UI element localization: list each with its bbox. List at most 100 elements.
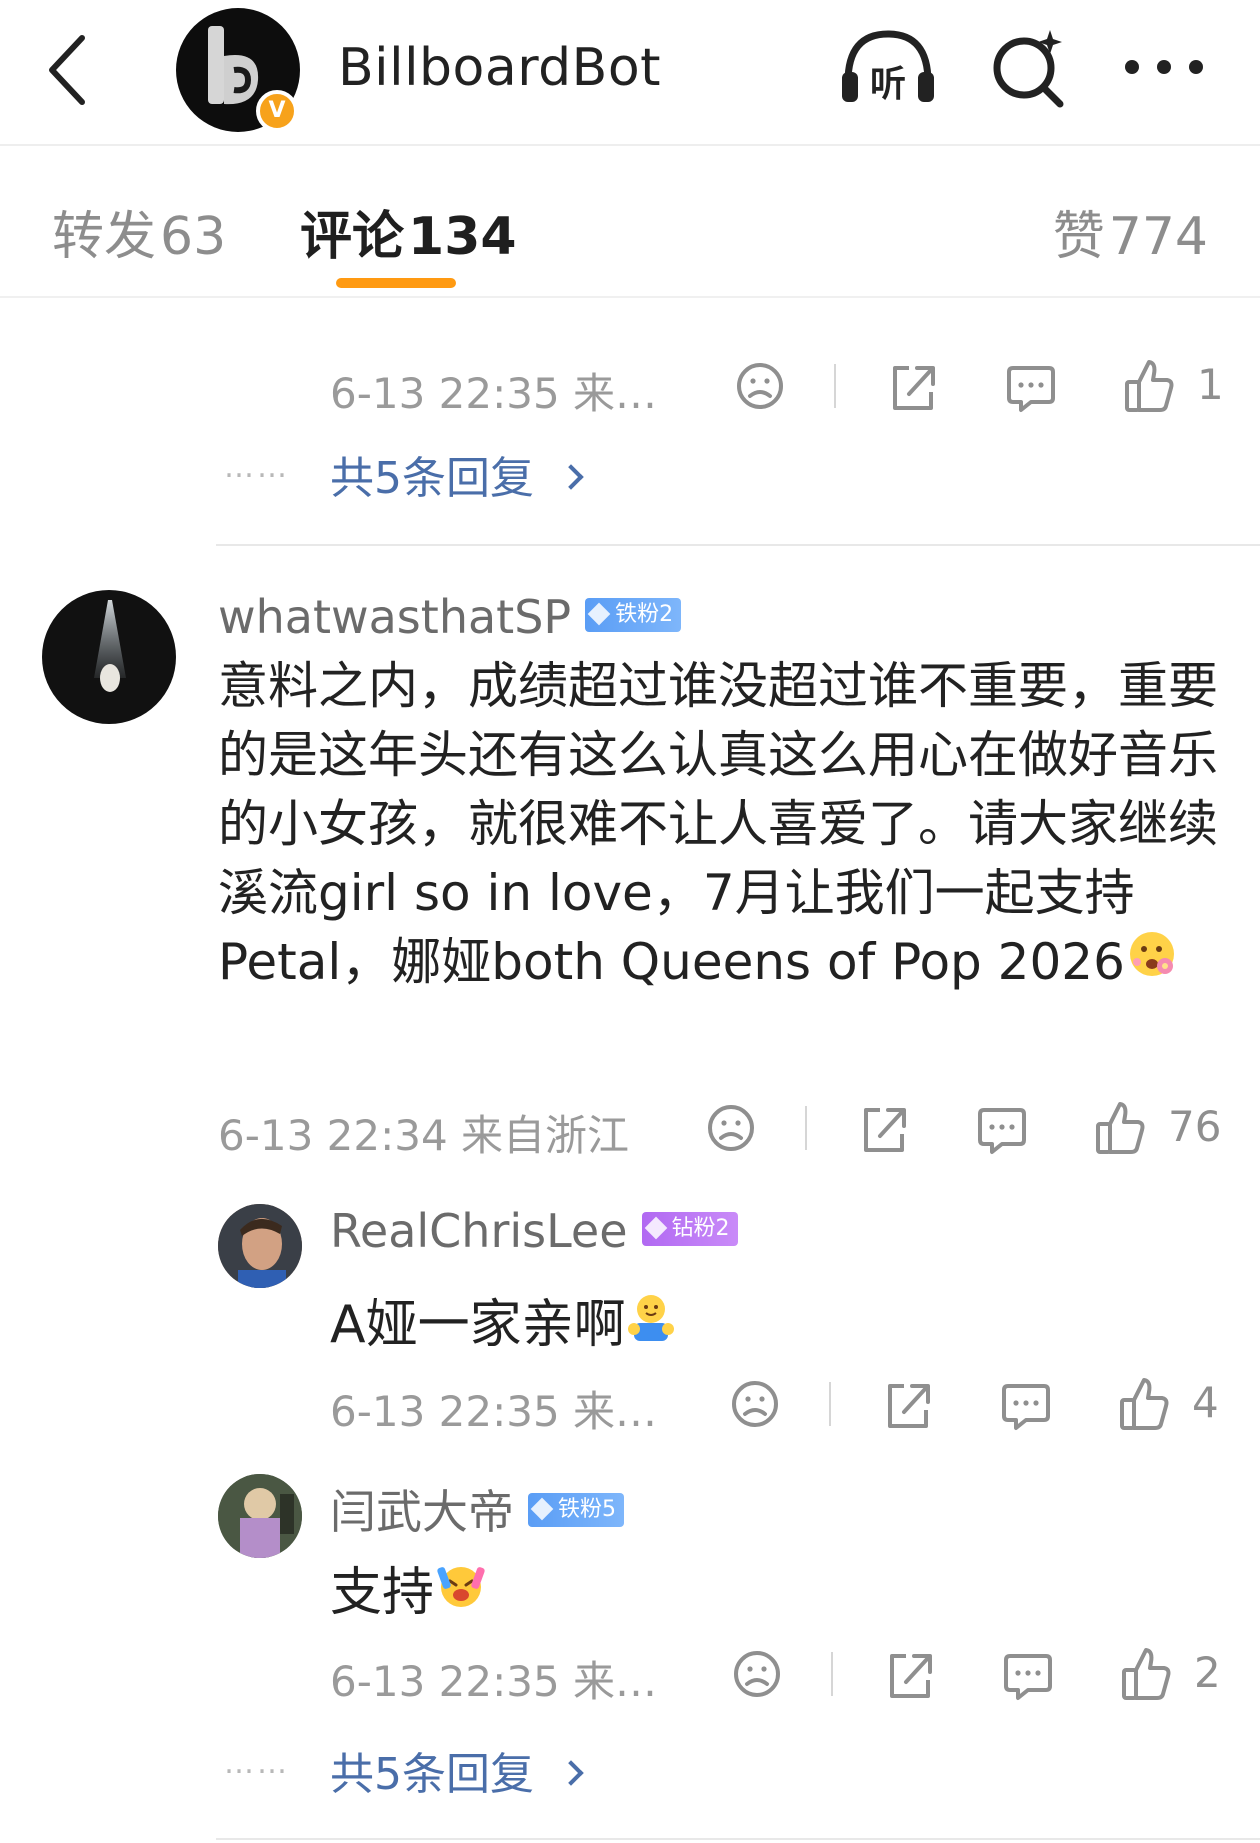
comment-list[interactable]: 6-13 22:35 来… 1 …… 共5条回复 whatwasthatSP 铁粉… — [0, 300, 1260, 1843]
reply-actions: 4 — [730, 1374, 1226, 1434]
dislike-button[interactable] — [735, 356, 785, 416]
like-count: 76 — [1168, 1102, 1222, 1151]
action-separator — [805, 1106, 807, 1150]
reply-meta: 6-13 22:35 来… — [330, 369, 658, 418]
chevron-left-icon — [49, 35, 85, 105]
share-icon — [893, 366, 935, 410]
reply-username: RealChrisLee — [330, 1204, 628, 1258]
sad-face-icon — [732, 1381, 778, 1427]
reply-avatar[interactable] — [218, 1474, 302, 1558]
tab-like-count: 774 — [1108, 207, 1208, 267]
reply-button[interactable] — [976, 1098, 1026, 1158]
portrait-avatar-image — [218, 1204, 302, 1288]
share-icon — [888, 1384, 930, 1428]
share-button[interactable] — [882, 1374, 932, 1434]
reply-body: 支持 — [330, 1550, 488, 1630]
active-tab-indicator — [336, 278, 456, 288]
share-button[interactable] — [884, 1644, 934, 1704]
comment-bubble-icon — [1007, 366, 1055, 412]
comment-bubble-icon — [1004, 1654, 1052, 1700]
sad-face-icon — [737, 363, 783, 409]
top-bar: V BillboardBot 听 — [0, 0, 1260, 146]
svg-text:听: 听 — [870, 64, 906, 105]
reply-meta: 6-13 22:35 来… — [330, 1387, 658, 1436]
like-button[interactable] — [1094, 1098, 1146, 1158]
share-icon — [864, 1108, 906, 1152]
crying-cheer-emoji-icon — [434, 1559, 488, 1626]
reply-username-row[interactable]: RealChrisLee 钻粉2 — [330, 1204, 738, 1258]
search-sparkle-icon — [993, 30, 1064, 108]
thumbs-up-icon — [1096, 1102, 1145, 1154]
tab-repost[interactable]: 转发63 — [52, 194, 226, 269]
flower-face-emoji-icon — [1125, 926, 1179, 998]
tab-comment-count: 134 — [408, 207, 517, 267]
comment-meta: 6-13 22:34 来自浙江 — [218, 1111, 630, 1160]
more-replies-link[interactable]: 共5条回复 — [330, 442, 584, 506]
dislike-button[interactable] — [732, 1644, 782, 1704]
fan-badge-label: 铁粉2 — [615, 601, 674, 627]
thumbs-up-icon — [1125, 360, 1174, 412]
fan-badge: 铁粉5 — [528, 1492, 624, 1527]
like-button[interactable] — [1123, 356, 1175, 416]
sad-face-icon — [708, 1105, 754, 1151]
reply-button[interactable] — [1005, 356, 1055, 416]
verified-badge: V — [256, 90, 298, 132]
tab-comment-label: 评论 — [300, 207, 405, 267]
reply-meta: 6-13 22:35 来… — [330, 1657, 658, 1706]
like-count: 1 — [1197, 360, 1224, 409]
dislike-button[interactable] — [730, 1374, 780, 1434]
more-replies-link[interactable]: 共5条回复 — [330, 1738, 584, 1802]
tab-repost-count: 63 — [160, 207, 227, 267]
chevron-right-icon — [558, 464, 584, 490]
comment-divider — [216, 1838, 1260, 1840]
comment-divider — [216, 544, 1260, 546]
more-dots-icon — [1125, 60, 1203, 74]
back-button[interactable] — [44, 30, 100, 110]
account-name[interactable]: BillboardBot — [338, 38, 661, 98]
share-button[interactable] — [858, 1098, 908, 1158]
reply-avatar[interactable] — [218, 1204, 302, 1288]
thumbs-up-icon — [1120, 1378, 1169, 1430]
share-button[interactable] — [887, 356, 937, 416]
comment-bubble-icon — [1002, 1384, 1050, 1430]
reply-dots: …… — [224, 450, 290, 485]
tab-comment[interactable]: 评论134 — [300, 194, 517, 269]
tab-like[interactable]: 赞774 — [1053, 194, 1208, 269]
billboard-logo-icon — [208, 26, 259, 105]
search-button[interactable] — [988, 26, 1068, 110]
hug-emoji-icon — [626, 1291, 676, 1358]
reply-button[interactable] — [1000, 1374, 1050, 1434]
reply-button[interactable] — [1002, 1644, 1052, 1704]
tab-repost-label: 转发 — [52, 207, 157, 267]
tab-like-label: 赞 — [1052, 207, 1105, 267]
fan-badge-label: 铁粉5 — [558, 1496, 616, 1522]
commenter-avatar[interactable] — [42, 590, 176, 724]
headphones-listen-icon: 听 — [842, 30, 934, 105]
reply-body: A娅一家亲啊 — [330, 1282, 676, 1362]
photo-avatar-image — [218, 1474, 302, 1558]
diamond-icon — [587, 602, 611, 625]
reply-dots: …… — [224, 1746, 290, 1781]
like-button[interactable] — [1118, 1374, 1170, 1434]
thumbs-up-icon — [1122, 1648, 1171, 1700]
more-button[interactable] — [1122, 54, 1206, 80]
reply-text: A娅一家亲啊 — [330, 1295, 626, 1355]
action-separator — [834, 364, 836, 408]
reply-actions: 1 — [735, 356, 1225, 416]
diamond-icon — [530, 1497, 554, 1520]
commenter-name[interactable]: whatwasthatSP 铁粉2 — [218, 590, 682, 644]
dislike-button[interactable] — [706, 1098, 756, 1158]
action-separator — [831, 1652, 833, 1696]
fan-badge: 铁粉2 — [585, 597, 682, 632]
comment-bubble-icon — [978, 1108, 1026, 1154]
commenter-username: whatwasthatSP — [218, 590, 572, 644]
reply-actions: 2 — [732, 1644, 1226, 1704]
comment-text: 意料之内，成绩超过谁没超过谁不重要，重要的是这年头还有这么认真这么用心在做好音乐… — [218, 657, 1218, 991]
comment-body: 意料之内，成绩超过谁没超过谁不重要，重要的是这年头还有这么认真这么用心在做好音乐… — [218, 652, 1228, 1002]
fan-badge-label: 钻粉2 — [671, 1215, 730, 1241]
like-button[interactable] — [1120, 1644, 1172, 1704]
more-replies-label: 共5条回复 — [330, 453, 534, 504]
action-separator — [829, 1382, 831, 1426]
reply-username-row[interactable]: 闫武大帝 铁粉5 — [330, 1476, 624, 1542]
listen-button[interactable]: 听 — [838, 24, 938, 110]
